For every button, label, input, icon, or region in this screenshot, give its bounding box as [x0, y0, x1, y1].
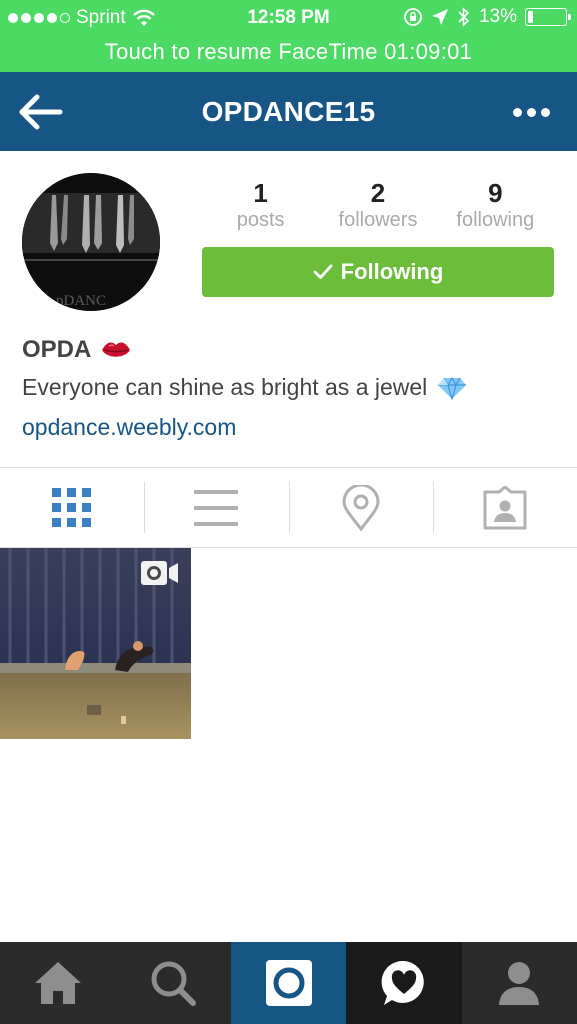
list-icon [194, 489, 239, 526]
more-options-button[interactable] [511, 100, 551, 124]
avatar-text: pDANC [56, 293, 106, 309]
rotation-lock-icon [404, 8, 422, 26]
bottom-tab-home[interactable] [0, 942, 115, 1024]
profile-bio: Everyone can shine as bright as a jewel [22, 374, 467, 401]
bottom-tab-profile[interactable] [462, 942, 577, 1024]
tab-grid-view[interactable] [0, 468, 144, 547]
profile-icon [499, 962, 540, 1005]
bottom-tab-activity[interactable] [346, 942, 462, 1024]
profile-name: OPDA [22, 336, 131, 364]
stat-posts[interactable]: 1 posts [202, 178, 319, 238]
following-count: 9 [488, 178, 503, 208]
status-right: 13% [403, 6, 571, 28]
following-label: following [456, 209, 535, 231]
profile-website-link[interactable]: opdance.weebly.com [22, 414, 236, 441]
battery-level-fill [528, 11, 533, 23]
tab-list-view[interactable] [144, 468, 288, 547]
location-pin-icon [342, 484, 380, 531]
tagged-photos-icon [483, 485, 527, 529]
page-title: OPDANCE15 [201, 96, 376, 127]
battery-percent: 13% [478, 6, 517, 27]
bottom-tab-bar [0, 942, 577, 1024]
avatar[interactable]: pDANC [22, 173, 160, 311]
post-thumbnail[interactable] [0, 548, 191, 739]
profile-stats: 1 posts 2 followers 9 following [202, 178, 554, 238]
checkmark-icon [313, 264, 333, 279]
search-icon [151, 961, 197, 1006]
kiss-lips-icon [102, 342, 131, 357]
followers-count: 2 [370, 178, 386, 208]
location-arrow-icon [431, 9, 448, 25]
battery-icon [525, 8, 571, 26]
avatar-image: pDANC [22, 173, 160, 311]
gem-icon [438, 376, 467, 400]
tab-photo-map[interactable] [288, 468, 433, 547]
stat-following[interactable]: 9 following [437, 178, 554, 238]
profile-name-text: OPDA [22, 336, 92, 363]
bottom-tab-search[interactable] [115, 942, 230, 1024]
bottom-tab-camera[interactable] [230, 942, 347, 1024]
more-dots-icon [512, 107, 522, 117]
activity-heart-icon [381, 960, 424, 1005]
followers-label: followers [338, 209, 418, 231]
profile-view-tabs [0, 467, 577, 548]
following-button[interactable]: Following [202, 247, 554, 297]
status-area: Sprint 12:58 PM 13% Touch to resume Face… [0, 0, 577, 72]
stat-followers[interactable]: 2 followers [319, 178, 436, 238]
video-camera-icon [141, 561, 178, 585]
facetime-resume-banner[interactable]: Touch to resume FaceTime 01:09:01 [0, 36, 577, 72]
camera-icon [265, 960, 312, 1006]
home-icon [34, 962, 81, 1004]
bluetooth-icon [458, 7, 470, 27]
profile-bio-text: Everyone can shine as bright as a jewel [22, 374, 428, 400]
following-button-label: Following [340, 259, 444, 284]
grid-icon [52, 487, 92, 527]
status-bar: Sprint 12:58 PM 13% [0, 0, 577, 36]
posts-count: 1 [253, 178, 268, 208]
navbar: OPDANCE15 [0, 72, 577, 151]
tab-tagged-photos[interactable] [432, 468, 577, 547]
posts-label: posts [236, 209, 285, 231]
